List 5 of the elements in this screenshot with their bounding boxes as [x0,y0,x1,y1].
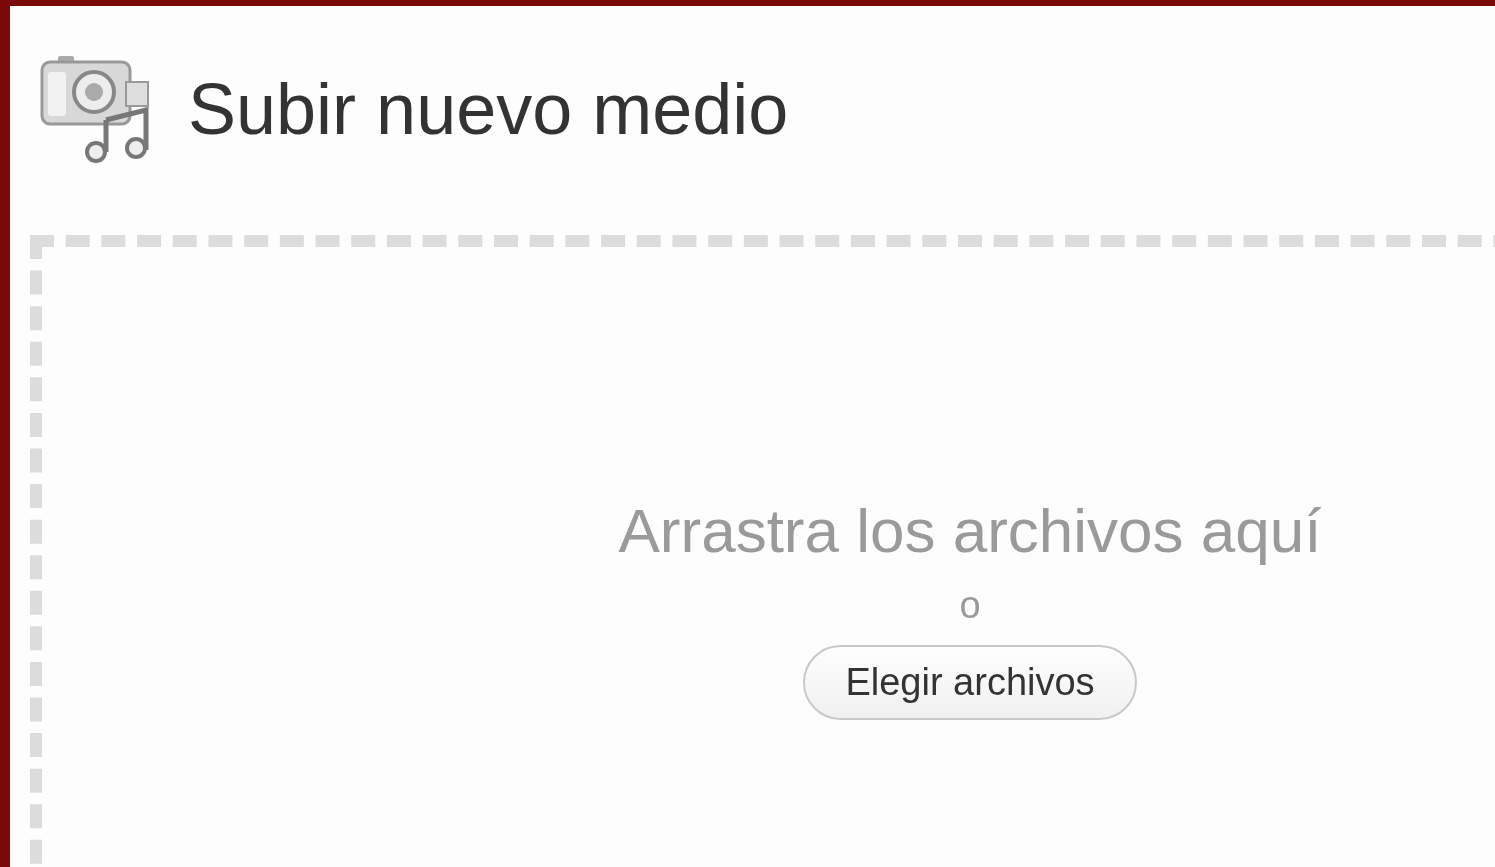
separator-text: o [959,584,981,627]
page-title: Subir nuevo medio [188,68,789,150]
choose-files-button[interactable]: Elegir archivos [803,645,1137,720]
drop-instructions: Arrastra los archivos aquí [618,495,1322,566]
camera-music-icon [40,54,152,164]
